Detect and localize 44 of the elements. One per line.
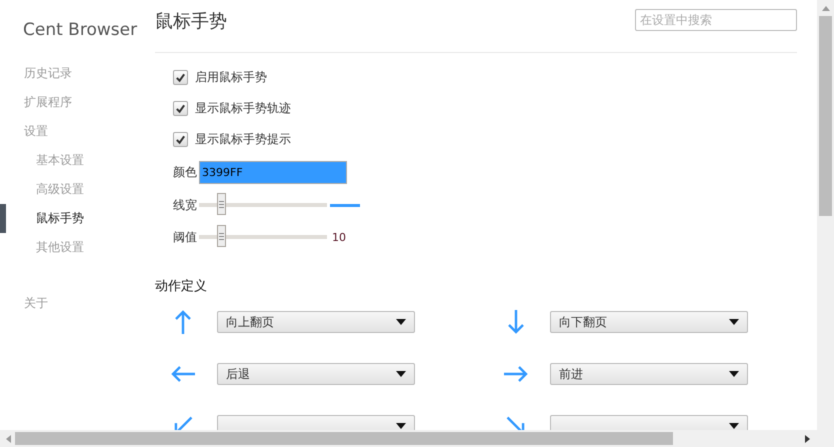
dropdown[interactable]: 后退 bbox=[217, 363, 415, 385]
selection-bar bbox=[0, 204, 6, 233]
sidebar-item[interactable]: 历史记录 bbox=[0, 59, 155, 88]
slider-value: 10 bbox=[332, 230, 346, 244]
dropdown[interactable]: 前进 bbox=[550, 363, 748, 385]
vertical-scrollbar[interactable] bbox=[817, 0, 834, 430]
arrow-icon bbox=[170, 364, 196, 384]
slider-label: 线宽 bbox=[173, 196, 197, 214]
arrow-icon bbox=[503, 364, 529, 384]
brand-title: Cent Browser bbox=[22, 20, 138, 42]
caret-icon bbox=[396, 319, 406, 325]
color-field[interactable]: 3399FF bbox=[199, 160, 347, 184]
sidebar-item[interactable]: 关于 bbox=[0, 289, 155, 318]
scroll-right-icon[interactable] bbox=[805, 434, 810, 442]
search-field[interactable]: 在设置中搜索 bbox=[635, 9, 797, 31]
checkbox[interactable] bbox=[173, 101, 188, 116]
sidebar-item[interactable]: 设置 bbox=[0, 117, 155, 146]
dropdown[interactable]: 向下翻页 bbox=[550, 311, 748, 333]
sidebar-item[interactable]: 基本设置 bbox=[0, 146, 155, 175]
checkbox[interactable] bbox=[173, 132, 188, 147]
slider-label: 阈值 bbox=[173, 228, 197, 246]
caret-icon bbox=[729, 319, 739, 325]
page-title: 鼠标手势 bbox=[155, 10, 227, 33]
checkbox[interactable] bbox=[173, 70, 188, 85]
caret-icon bbox=[729, 371, 739, 377]
dropdown[interactable]: 向上翻页 bbox=[217, 311, 415, 333]
color-label: 颜色 bbox=[173, 164, 197, 180]
sidebar-item[interactable]: 鼠标手势 bbox=[0, 204, 155, 233]
checkbox-label: 启用鼠标手势 bbox=[195, 69, 267, 86]
caret-icon bbox=[396, 371, 406, 377]
checkbox-label: 显示鼠标手势轨迹 bbox=[195, 100, 291, 117]
scrollbar-thumb[interactable] bbox=[15, 432, 673, 445]
scroll-up-icon[interactable] bbox=[822, 6, 830, 11]
checkbox-label: 显示鼠标手势提示 bbox=[195, 131, 291, 148]
scroll-left-icon[interactable] bbox=[6, 434, 11, 442]
scrollbar-thumb[interactable] bbox=[819, 16, 832, 216]
sidebar-item[interactable]: 其他设置 bbox=[0, 233, 155, 262]
arrow-icon bbox=[173, 309, 193, 335]
arrow-icon bbox=[506, 309, 526, 335]
sidebar-item[interactable]: 扩展程序 bbox=[0, 88, 155, 117]
section-title: 动作定义 bbox=[155, 278, 208, 296]
horizontal-scrollbar[interactable] bbox=[0, 430, 834, 447]
line-preview bbox=[330, 204, 360, 206]
sidebar-item[interactable]: 高级设置 bbox=[0, 175, 155, 204]
